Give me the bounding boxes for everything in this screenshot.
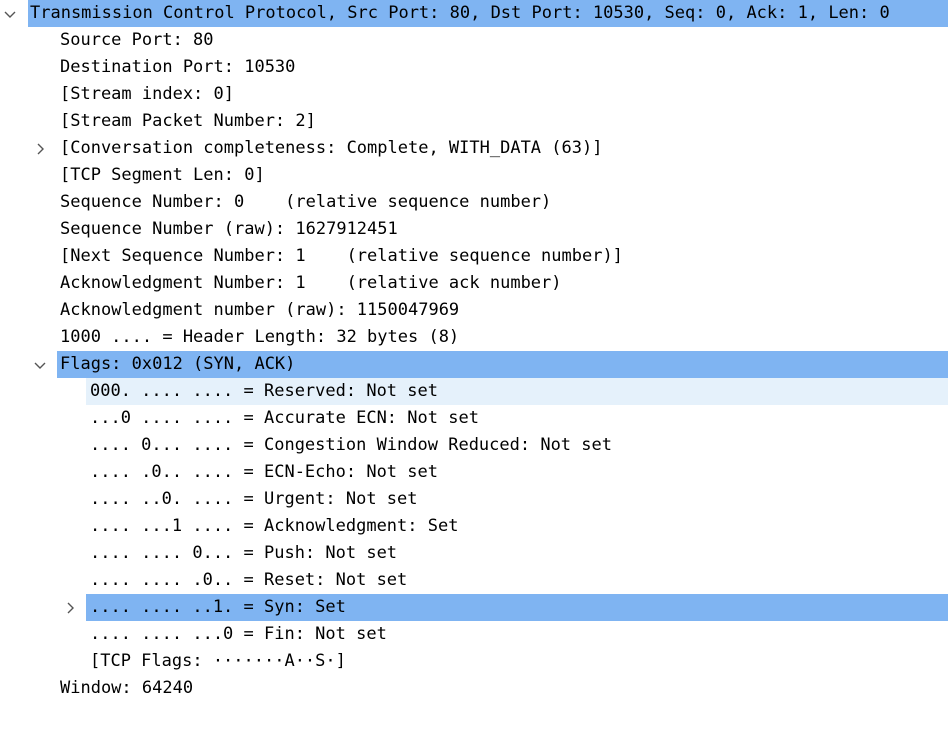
tree-item-tcp[interactable]: Transmission Control Protocol, Src Port:…	[0, 0, 948, 27]
tree-item-ack-number-raw[interactable]: Acknowledgment number (raw): 1150047969	[0, 297, 948, 324]
chevron-down-icon[interactable]	[3, 0, 17, 27]
tree-item-tcp-segment-len[interactable]: [TCP Segment Len: 0]	[0, 162, 948, 189]
tree-item-source-port[interactable]: Source Port: 80	[0, 27, 948, 54]
tree-item-label: [Stream Packet Number: 2]	[60, 111, 316, 131]
tree-item-label: 1000 .... = Header Length: 32 bytes (8)	[60, 327, 460, 347]
tree-item-label: Sequence Number (raw): 1627912451	[60, 219, 398, 239]
tree-item-label: 000. .... .... = Reserved: Not set	[90, 381, 438, 401]
chevron-right-icon[interactable]	[33, 135, 47, 162]
tree-item-flag-accurate-ecn[interactable]: ...0 .... .... = Accurate ECN: Not set	[0, 405, 948, 432]
tree-item-window[interactable]: Window: 64240	[0, 675, 948, 702]
tree-item-label: Destination Port: 10530	[60, 57, 296, 77]
tree-item-label: [Conversation completeness: Complete, WI…	[60, 138, 603, 158]
tree-item-label: Acknowledgment Number: 1 (relative ack n…	[60, 273, 562, 293]
tree-item-stream-index[interactable]: [Stream index: 0]	[0, 81, 948, 108]
tree-item-flag-reset[interactable]: .... .... .0.. = Reset: Not set	[0, 567, 948, 594]
tree-item-label: [Stream index: 0]	[60, 84, 234, 104]
tree-item-flag-ecn-echo[interactable]: .... .0.. .... = ECN-Echo: Not set	[0, 459, 948, 486]
tree-item-label: .... .... 0... = Push: Not set	[90, 543, 398, 563]
tree-item-label: Acknowledgment number (raw): 1150047969	[60, 300, 460, 320]
tree-item-label: Sequence Number: 0 (relative sequence nu…	[60, 192, 552, 212]
tree-item-label: .... 0... .... = Congestion Window Reduc…	[90, 435, 612, 455]
tree-item-label: .... ..0. .... = Urgent: Not set	[90, 489, 418, 509]
tree-item-destination-port[interactable]: Destination Port: 10530	[0, 54, 948, 81]
tree-item-label: [TCP Flags: ·······A··S·]	[90, 651, 346, 671]
tree-item-header-length[interactable]: 1000 .... = Header Length: 32 bytes (8)	[0, 324, 948, 351]
tree-item-conversation-completeness[interactable]: [Conversation completeness: Complete, WI…	[0, 135, 948, 162]
tree-item-label: .... .... .0.. = Reset: Not set	[90, 570, 408, 590]
chevron-right-icon[interactable]	[63, 594, 77, 621]
tree-item-label: Source Port: 80	[60, 30, 214, 50]
tree-item-label: .... ...1 .... = Acknowledgment: Set	[90, 516, 459, 536]
tree-item-flag-urgent[interactable]: .... ..0. .... = Urgent: Not set	[0, 486, 948, 513]
tree-item-flag-ack[interactable]: .... ...1 .... = Acknowledgment: Set	[0, 513, 948, 540]
packet-details-tree: Transmission Control Protocol, Src Port:…	[0, 0, 948, 702]
chevron-down-icon[interactable]	[33, 351, 47, 378]
tree-item-sequence-number[interactable]: Sequence Number: 0 (relative sequence nu…	[0, 189, 948, 216]
tree-item-tcp-flags[interactable]: [TCP Flags: ·······A··S·]	[0, 648, 948, 675]
tree-item-label: .... .... ...0 = Fin: Not set	[90, 624, 387, 644]
tree-item-flag-syn[interactable]: .... .... ..1. = Syn: Set	[0, 594, 948, 621]
tree-item-flag-fin[interactable]: .... .... ...0 = Fin: Not set	[0, 621, 948, 648]
tree-item-label: .... .0.. .... = ECN-Echo: Not set	[90, 462, 438, 482]
tree-item-ack-number[interactable]: Acknowledgment Number: 1 (relative ack n…	[0, 270, 948, 297]
tree-item-label: Flags: 0x012 (SYN, ACK)	[60, 354, 296, 374]
tree-item-label: Window: 64240	[60, 678, 194, 698]
tree-item-flag-push[interactable]: .... .... 0... = Push: Not set	[0, 540, 948, 567]
tree-item-stream-packet-number[interactable]: [Stream Packet Number: 2]	[0, 108, 948, 135]
tree-item-label: .... .... ..1. = Syn: Set	[90, 597, 346, 617]
tree-item-label: ...0 .... .... = Accurate ECN: Not set	[90, 408, 479, 428]
tree-item-label: [Next Sequence Number: 1 (relative seque…	[60, 246, 623, 266]
tree-item-flag-reserved[interactable]: 000. .... .... = Reserved: Not set	[0, 378, 948, 405]
tree-item-flags[interactable]: Flags: 0x012 (SYN, ACK)	[0, 351, 948, 378]
tree-item-flag-cwr[interactable]: .... 0... .... = Congestion Window Reduc…	[0, 432, 948, 459]
tree-item-sequence-number-raw[interactable]: Sequence Number (raw): 1627912451	[0, 216, 948, 243]
tree-item-label: Transmission Control Protocol, Src Port:…	[30, 3, 890, 23]
tree-item-label: [TCP Segment Len: 0]	[60, 165, 265, 185]
tree-item-next-sequence-number[interactable]: [Next Sequence Number: 1 (relative seque…	[0, 243, 948, 270]
